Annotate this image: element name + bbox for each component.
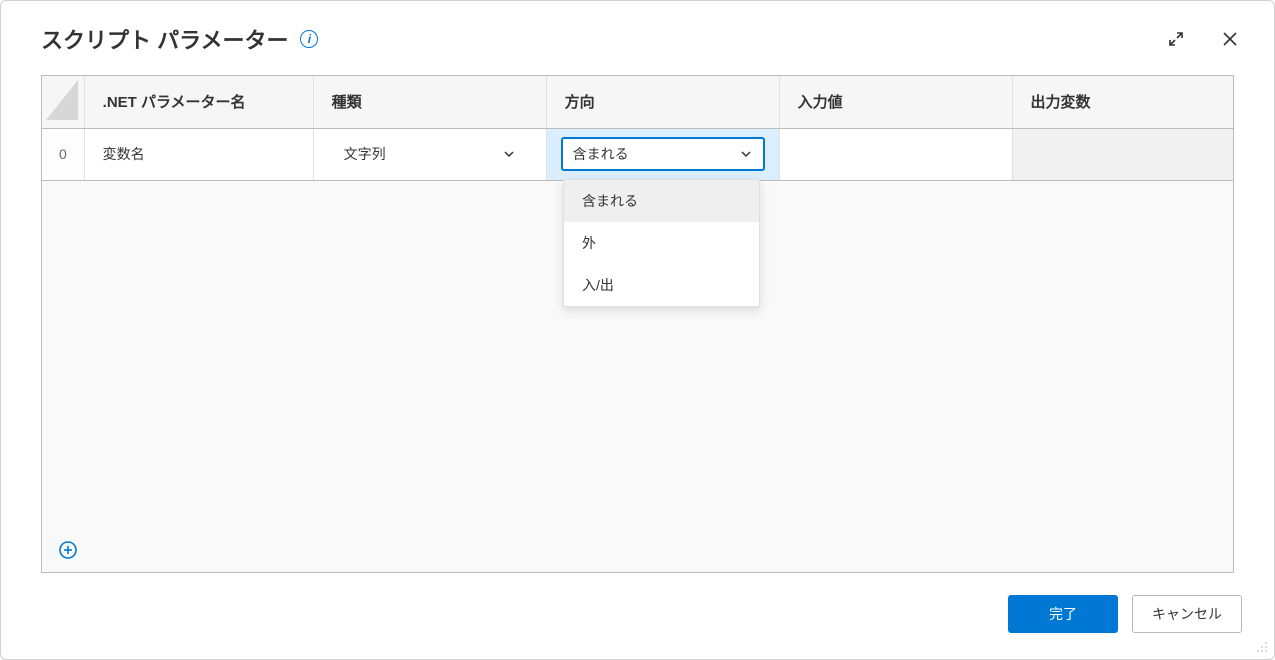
script-parameters-dialog: スクリプト パラメーター i .NET パラメーター名 種類	[0, 0, 1275, 660]
parameters-table: .NET パラメーター名 種類 方向 入力値 出力変数 0 変数名 文字列	[42, 76, 1233, 181]
dropdown-option-inout[interactable]: 入/出	[564, 264, 759, 306]
resize-grip-icon[interactable]	[1254, 639, 1268, 653]
direction-select-value: 含まれる	[573, 144, 629, 164]
type-select[interactable]: 文字列	[332, 137, 528, 171]
dropdown-option-in[interactable]: 含まれる	[564, 180, 759, 222]
info-icon[interactable]: i	[300, 30, 318, 48]
direction-select[interactable]: 含まれる	[561, 137, 765, 171]
chevron-down-icon	[739, 147, 753, 161]
close-icon[interactable]	[1216, 25, 1244, 53]
direction-dropdown: 含まれる 外 入/出	[563, 179, 760, 307]
input-value-cell[interactable]	[779, 128, 1012, 180]
dialog-header: スクリプト パラメーター i	[1, 1, 1274, 65]
header-name[interactable]: .NET パラメーター名	[84, 76, 313, 128]
cancel-button[interactable]: キャンセル	[1132, 595, 1242, 633]
add-row-button[interactable]	[56, 538, 80, 562]
parameters-table-container: .NET パラメーター名 種類 方向 入力値 出力変数 0 変数名 文字列	[41, 75, 1234, 573]
header-output-var[interactable]: 出力変数	[1012, 76, 1233, 128]
output-var-cell	[1012, 128, 1233, 180]
done-button[interactable]: 完了	[1008, 595, 1118, 633]
parameter-direction-cell[interactable]: 含まれる	[546, 128, 779, 180]
header-type[interactable]: 種類	[313, 76, 546, 128]
header-corner[interactable]	[42, 76, 84, 128]
parameter-type-cell[interactable]: 文字列	[313, 128, 546, 180]
header-direction[interactable]: 方向	[546, 76, 779, 128]
parameter-name-cell[interactable]: 変数名	[84, 128, 313, 180]
header-input-value[interactable]: 入力値	[779, 76, 1012, 128]
chevron-down-icon	[502, 147, 516, 161]
select-all-triangle-icon[interactable]	[46, 80, 78, 120]
type-select-value: 文字列	[344, 144, 386, 164]
dialog-title: スクリプト パラメーター	[41, 23, 288, 55]
dropdown-option-out[interactable]: 外	[564, 222, 759, 264]
table-row: 0 変数名 文字列 含まれる	[42, 128, 1233, 180]
dialog-footer: 完了 キャンセル	[1, 573, 1274, 659]
expand-icon[interactable]	[1162, 25, 1190, 53]
row-index[interactable]: 0	[42, 128, 84, 180]
